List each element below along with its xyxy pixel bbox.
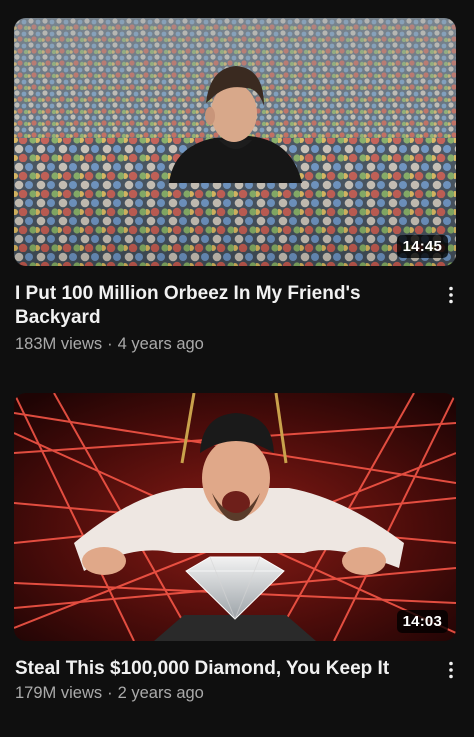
vertical-dots-icon (449, 286, 453, 304)
video-thumbnail[interactable]: 14:45 (14, 18, 456, 266)
view-count: 179M views (15, 684, 103, 702)
video-metadata: 179M views · 2 years ago (15, 684, 204, 703)
video-thumbnail[interactable]: 14:03 (14, 393, 456, 641)
laser-diamond-thumbnail-image (14, 393, 456, 641)
video-title[interactable]: I Put 100 Million Orbeez In My Friend's … (15, 282, 420, 330)
view-count: 183M views (15, 335, 103, 353)
vertical-dots-icon (449, 661, 453, 679)
video-title[interactable]: Steal This $100,000 Diamond, You Keep It (15, 657, 420, 681)
more-options-button[interactable] (438, 282, 464, 308)
duration-badge: 14:03 (396, 610, 448, 633)
upload-age: 4 years ago (117, 335, 204, 353)
orbeez-thumbnail-image (14, 18, 456, 266)
upload-age: 2 years ago (117, 684, 204, 702)
meta-separator: · (107, 684, 113, 702)
video-metadata: 183M views · 4 years ago (15, 335, 204, 354)
more-options-button[interactable] (438, 657, 464, 683)
video-feed: 14:45 I Put 100 Million Orbeez In My Fri… (0, 0, 474, 737)
duration-badge: 14:45 (396, 235, 448, 258)
meta-separator: · (107, 335, 113, 353)
